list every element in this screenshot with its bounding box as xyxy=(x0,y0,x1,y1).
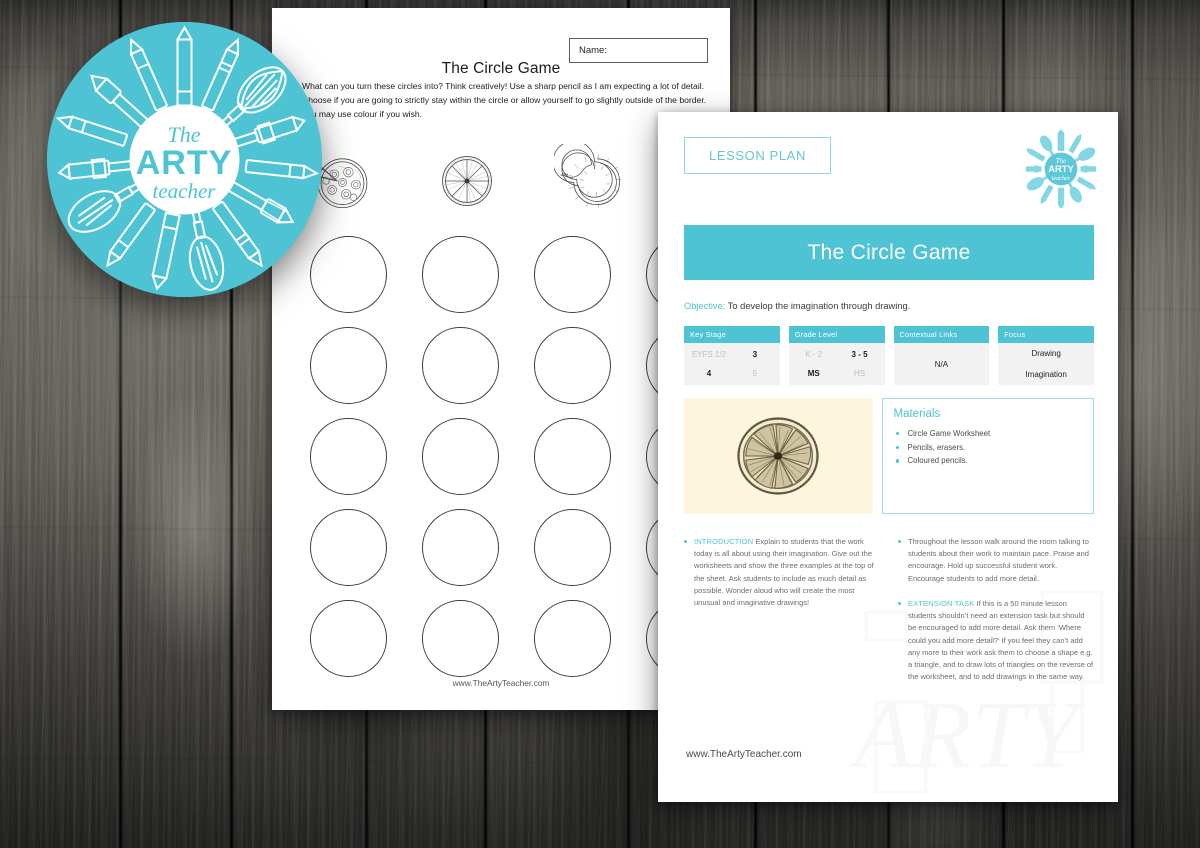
lesson-plan-badge: LESSON PLAN xyxy=(684,137,831,174)
paragraph-lead: INTRODUCTION xyxy=(694,537,754,546)
lesson-plan-badge-label: LESSON PLAN xyxy=(709,148,806,163)
meta-column-contextual-links: Contextual Links N/A xyxy=(893,326,990,385)
worksheet-title: The Circle Game xyxy=(441,60,561,77)
meta-column-grade-level: Grade Level K - 2 3 - 5 MS HS xyxy=(788,326,885,385)
meta-column-header: Contextual Links xyxy=(893,326,990,343)
worksheet-instructions: What can you turn these circles into? Th… xyxy=(302,81,707,119)
meta-cell[interactable]: MS xyxy=(808,369,820,378)
drawing-circle[interactable] xyxy=(533,509,611,586)
paragraph-text: If this is a 50 minute lesson students s… xyxy=(908,598,1094,682)
meta-column-key-stage: Key Stage EYFS 1/2 3 4 5 xyxy=(684,326,780,385)
lesson-plan-title-bar: The Circle Game xyxy=(684,225,1094,280)
meta-column-body: N/A xyxy=(893,343,990,385)
lemon-slice-illustration-icon xyxy=(737,417,819,495)
coiled-snake-sketch-icon xyxy=(554,144,622,208)
paragraph-text: Throughout the lesson walk around the ro… xyxy=(908,537,1089,583)
materials-panel: Materials Circle Game Worksheet Pencils,… xyxy=(881,398,1094,514)
meta-cell: N/A xyxy=(934,359,949,369)
body-paragraph-introduction: INTRODUCTION Explain to students that th… xyxy=(684,536,880,609)
meta-column-focus: Focus Drawing Imagination xyxy=(998,326,1094,385)
meta-column-body: EYFS 1/2 3 4 5 xyxy=(684,343,780,385)
body-column-right: Throughout the lesson walk around the ro… xyxy=(898,536,1094,696)
paragraph-text: Explain to students that the work today … xyxy=(694,537,874,608)
body-paragraph-extension-task: EXTENSION TASK If this is a 50 minute le… xyxy=(898,598,1094,684)
drawing-circle[interactable] xyxy=(533,327,611,404)
objective-text: To develop the imagination through drawi… xyxy=(727,301,911,311)
meta-cell[interactable]: EYFS 1/2 xyxy=(692,350,726,359)
lemon-image-panel xyxy=(684,398,873,514)
drawing-circle[interactable] xyxy=(309,236,387,313)
meta-cell[interactable]: 4 xyxy=(707,369,711,378)
meta-cell[interactable]: K - 2 xyxy=(805,350,822,359)
meta-column-body: K - 2 3 - 5 MS HS xyxy=(788,343,885,385)
lesson-plan-body: INTRODUCTION Explain to students that th… xyxy=(684,536,1094,696)
citrus-slice-sketch-icon xyxy=(442,156,492,206)
meta-column-body: Drawing Imagination xyxy=(998,343,1094,385)
meta-cell: Drawing xyxy=(1031,349,1061,358)
arty-teacher-logo-icon: The ARTY teacher xyxy=(47,22,322,297)
drawing-circle[interactable] xyxy=(533,600,611,677)
meta-cell[interactable]: 5 xyxy=(753,369,757,378)
materials-list-item: Circle Game Worksheet xyxy=(894,427,1083,441)
drawing-circle[interactable] xyxy=(309,418,387,495)
drawing-circle[interactable] xyxy=(421,600,499,677)
drawing-circle[interactable] xyxy=(421,509,499,586)
drawing-circle[interactable] xyxy=(533,418,611,495)
meta-cell[interactable]: HS xyxy=(854,369,865,378)
lesson-plan-footer-url: www.TheArtyTeacher.com xyxy=(686,749,802,760)
logo-text-teacher: teacher xyxy=(153,179,217,203)
meta-column-header: Key Stage xyxy=(684,326,780,343)
drawing-circle[interactable] xyxy=(309,509,387,586)
logo-text-arty: ARTY xyxy=(136,144,233,182)
meta-column-header: Focus xyxy=(998,326,1094,343)
arty-teacher-logo-small-icon: The ARTY teacher xyxy=(1025,130,1097,208)
objective-line: Objective: To develop the imagination th… xyxy=(684,301,910,311)
meta-cell[interactable]: 3 xyxy=(753,350,757,359)
meta-column-header: Grade Level xyxy=(788,326,885,343)
svg-text:ARTY: ARTY xyxy=(848,681,1087,788)
paragraph-lead: EXTENSION TASK xyxy=(908,598,975,608)
drawing-circle[interactable] xyxy=(421,236,499,313)
name-field-label: Name: xyxy=(579,45,607,56)
lesson-plan-mid-row: Materials Circle Game Worksheet Pencils,… xyxy=(684,398,1094,514)
drawing-circle[interactable] xyxy=(533,236,611,313)
lesson-meta-table: Key Stage EYFS 1/2 3 4 5 Grade Level K -… xyxy=(684,326,1094,385)
drawing-circle[interactable] xyxy=(309,327,387,404)
meta-cell: Imagination xyxy=(1025,370,1067,379)
materials-title: Materials xyxy=(893,408,941,420)
drawing-circle[interactable] xyxy=(309,600,387,677)
svg-text:teacher: teacher xyxy=(1052,175,1071,182)
materials-list-item: Pencils, erasers. xyxy=(894,441,1083,455)
materials-list: Circle Game Worksheet Pencils, erasers. … xyxy=(894,427,1083,468)
drawing-circle[interactable] xyxy=(421,327,499,404)
objective-label: Objective: xyxy=(684,301,726,311)
lesson-plan-document[interactable]: ARTY LESSON PLAN The ARTY teacher The Ci… xyxy=(658,112,1118,802)
lesson-plan-title: The Circle Game xyxy=(807,240,971,264)
drawing-circle[interactable] xyxy=(421,418,499,495)
materials-list-item: Coloured pencils. xyxy=(894,454,1083,468)
meta-cell[interactable]: 3 - 5 xyxy=(852,350,868,359)
body-paragraph-during-lesson: Throughout the lesson walk around the ro… xyxy=(898,536,1094,585)
svg-text:ARTY: ARTY xyxy=(1048,164,1074,174)
body-column-left: INTRODUCTION Explain to students that th… xyxy=(684,536,880,696)
arty-teacher-logo-sticker: The ARTY teacher xyxy=(47,22,322,297)
